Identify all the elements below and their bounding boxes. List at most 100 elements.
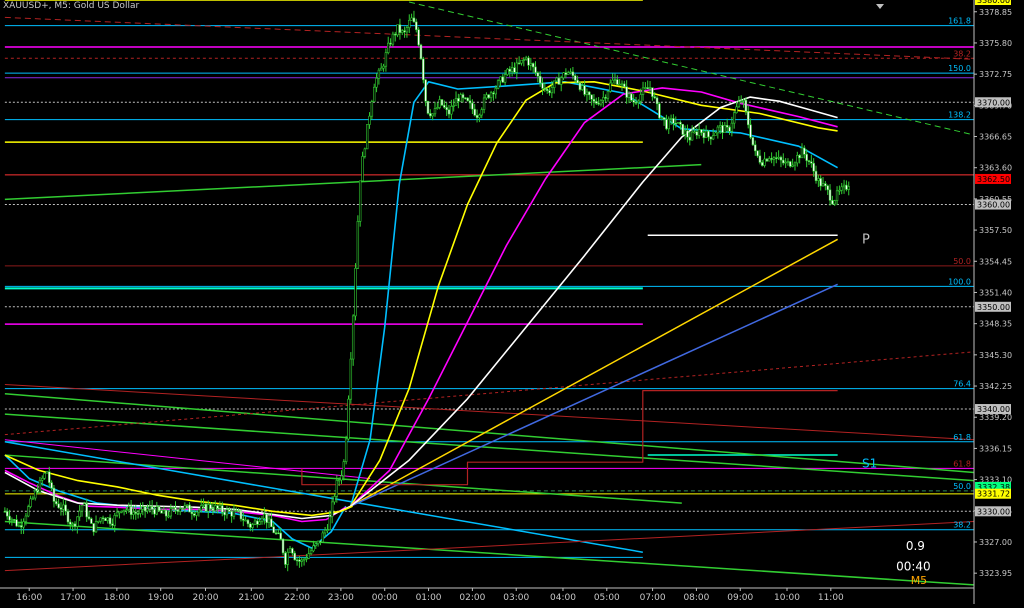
candle-body bbox=[588, 91, 591, 96]
candle-body bbox=[38, 479, 42, 493]
candle-body bbox=[120, 510, 123, 513]
candle-body bbox=[41, 477, 44, 481]
candle-body bbox=[747, 110, 750, 126]
candle-body bbox=[697, 129, 701, 136]
candle-body bbox=[186, 504, 189, 507]
price-badge-label: 3362.50 bbox=[977, 175, 1010, 184]
candle-body bbox=[819, 178, 822, 187]
candle-body bbox=[602, 97, 605, 101]
candle-body bbox=[709, 136, 713, 140]
candle-body bbox=[613, 79, 617, 81]
candle-body bbox=[623, 83, 626, 88]
candle-body bbox=[618, 83, 621, 86]
time-tick-label: 16:00 bbox=[16, 593, 42, 603]
candle-body bbox=[108, 517, 112, 525]
candle-body bbox=[676, 121, 680, 124]
candle-body bbox=[335, 480, 339, 497]
candle-body bbox=[595, 101, 598, 104]
candle-body bbox=[831, 200, 834, 205]
candle-body bbox=[228, 509, 231, 512]
candle-body bbox=[361, 156, 364, 182]
candle-body bbox=[845, 184, 848, 190]
candle-body bbox=[281, 538, 285, 554]
candle-body bbox=[464, 97, 467, 100]
candle-body bbox=[347, 398, 350, 440]
candle-body bbox=[821, 183, 825, 187]
candle-body bbox=[433, 108, 437, 115]
candle-body bbox=[340, 475, 343, 481]
fib-level-label: 38.2 bbox=[953, 521, 971, 530]
candle-body bbox=[445, 107, 448, 111]
candle-body bbox=[721, 125, 724, 133]
chart-title: XAUUSD+, M5: Gold US Dollar bbox=[3, 1, 140, 11]
candle-body bbox=[351, 315, 355, 360]
candle-body bbox=[214, 505, 217, 511]
candle-body bbox=[803, 147, 806, 155]
candle-body bbox=[17, 525, 21, 527]
time-tick-label: 17:00 bbox=[60, 593, 86, 603]
candle-body bbox=[167, 515, 170, 518]
chart-window[interactable]: 161.8 38.2 150.0 138.2 50.0 100.0 76.4 61.8 61.8… bbox=[0, 0, 1024, 604]
candle-body bbox=[550, 87, 554, 94]
price-tick-label: 3378.85 bbox=[979, 8, 1012, 17]
candle-body bbox=[538, 75, 542, 84]
candle-body bbox=[653, 96, 656, 99]
time-tick-label: 19:00 bbox=[148, 593, 174, 603]
candle-body bbox=[735, 106, 738, 114]
candle-body bbox=[312, 545, 315, 552]
candle-body bbox=[66, 510, 70, 523]
candle-body bbox=[419, 44, 423, 60]
candle-body bbox=[725, 125, 729, 128]
candle-body bbox=[567, 72, 570, 75]
candle-body bbox=[718, 125, 722, 128]
candle-body bbox=[408, 20, 411, 28]
candle-body bbox=[300, 559, 303, 562]
candle-body bbox=[195, 511, 198, 516]
candle-body bbox=[384, 52, 388, 67]
candle-body bbox=[73, 523, 77, 527]
chart-annotation: P bbox=[862, 232, 870, 247]
candle-body bbox=[674, 122, 677, 125]
candle-body bbox=[235, 510, 238, 512]
candle-body bbox=[8, 515, 11, 521]
candle-body bbox=[363, 148, 367, 157]
time-tick-label: 22:00 bbox=[284, 593, 310, 603]
candle-body bbox=[258, 521, 261, 525]
candle-body bbox=[536, 72, 540, 77]
candle-body bbox=[842, 184, 846, 188]
candle-body bbox=[765, 158, 769, 162]
candle-body bbox=[90, 518, 93, 524]
candle-body bbox=[85, 503, 88, 518]
candle-body bbox=[94, 521, 98, 533]
candle-body bbox=[415, 21, 418, 31]
candle-body bbox=[316, 540, 320, 545]
candle-body bbox=[599, 100, 603, 105]
candle-body bbox=[611, 79, 614, 84]
candle-body bbox=[270, 518, 273, 528]
candle-body bbox=[517, 62, 521, 65]
candle-body bbox=[176, 509, 180, 512]
candle-body bbox=[583, 85, 586, 95]
candle-body bbox=[36, 490, 39, 493]
candle-body bbox=[646, 87, 649, 90]
candle-body bbox=[496, 80, 500, 89]
time-tick-label: 02:00 bbox=[459, 593, 485, 603]
candle-body bbox=[246, 519, 250, 525]
candle-body bbox=[106, 517, 109, 522]
candle-body bbox=[62, 504, 65, 510]
time-tick-label: 01:00 bbox=[416, 593, 442, 603]
time-tick-label: 23:00 bbox=[328, 593, 354, 603]
candle-body bbox=[302, 558, 306, 561]
candle-body bbox=[209, 504, 212, 509]
price-chart[interactable]: 161.8 38.2 150.0 138.2 50.0 100.0 76.4 61.8 61.8… bbox=[0, 0, 1024, 604]
candle-body bbox=[223, 511, 226, 516]
candle-body bbox=[333, 496, 336, 503]
candle-body bbox=[382, 65, 385, 69]
candle-body bbox=[279, 532, 282, 540]
candle-body bbox=[274, 532, 278, 535]
candle-body bbox=[761, 162, 764, 166]
candle-body bbox=[293, 552, 296, 561]
candle-body bbox=[756, 150, 759, 157]
candle-body bbox=[143, 506, 147, 512]
candle-body bbox=[527, 57, 530, 66]
